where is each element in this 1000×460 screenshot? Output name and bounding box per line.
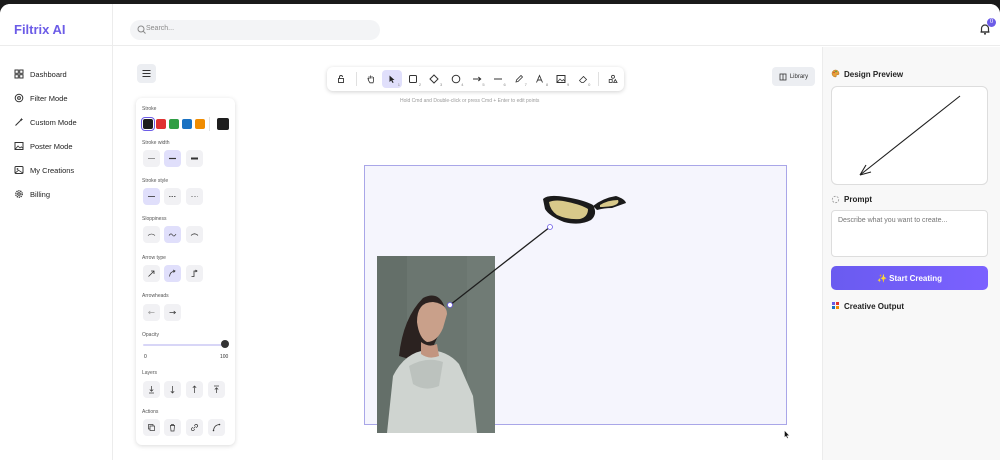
preview-arrow — [859, 95, 961, 176]
creative-output-title: Creative Output — [844, 302, 905, 311]
design-preview-box — [831, 86, 988, 185]
palette-icon — [831, 69, 840, 78]
prompt-input[interactable] — [831, 210, 988, 257]
app-window: Filtrix AI Search... 0 Dashboard Filter … — [0, 4, 1000, 460]
arrow-endpoint-handle[interactable] — [547, 224, 553, 230]
sunglasses-image[interactable] — [543, 195, 626, 224]
design-preview-title: Design Preview — [844, 70, 904, 79]
drawn-arrow-line[interactable] — [449, 226, 551, 306]
sparkle-icon — [832, 302, 839, 309]
arrow-startpoint-handle[interactable] — [447, 302, 453, 308]
prompt-title: Prompt — [844, 195, 872, 204]
mouse-pointer-icon — [784, 430, 790, 439]
start-creating-button[interactable]: ✨ Start Creating — [831, 266, 988, 290]
spinner-icon — [831, 195, 840, 204]
